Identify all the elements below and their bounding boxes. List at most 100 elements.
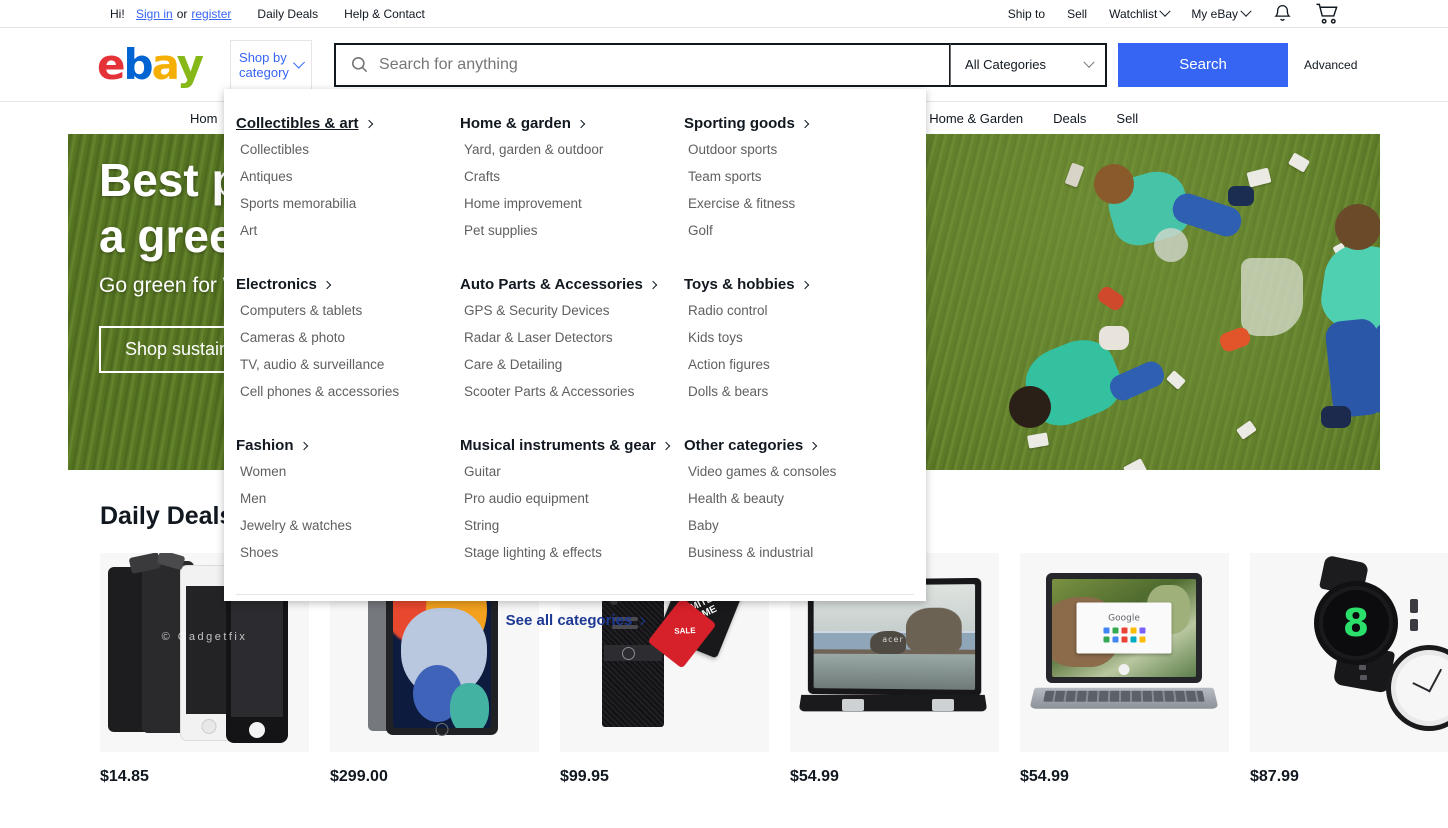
- search-button[interactable]: Search: [1118, 42, 1289, 87]
- dropdown-item-guitar[interactable]: Guitar: [460, 458, 684, 485]
- dropdown-item-tv-audio-surveillance[interactable]: TV, audio & surveillance: [236, 351, 460, 378]
- dropdown-item-dolls-bears[interactable]: Dolls & bears: [684, 378, 908, 405]
- dropdown-item-scooter-parts-accessories[interactable]: Scooter Parts & Accessories: [460, 378, 684, 405]
- dropdown-item-kids-toys[interactable]: Kids toys: [684, 324, 908, 351]
- deal-price-1: $299.00: [330, 768, 388, 785]
- logo-letter-b: b: [123, 39, 154, 89]
- heading-label: Toys & hobbies: [684, 276, 795, 293]
- dropdown-item-baby[interactable]: Baby: [684, 512, 908, 539]
- dropdown-item-stage-lighting-effects[interactable]: Stage lighting & effects: [460, 539, 684, 566]
- heading-label: Other categories: [684, 437, 804, 454]
- cart-icon[interactable]: [1315, 2, 1340, 26]
- deal-card-5[interactable]: 8 $87.99: [1250, 553, 1448, 786]
- search-input-container[interactable]: [334, 42, 951, 87]
- dropdown-heading-fashion[interactable]: Fashion: [236, 437, 308, 454]
- watchlist-menu[interactable]: Watchlist: [1109, 5, 1171, 21]
- dropdown-item-computers-tablets[interactable]: Computers & tablets: [236, 297, 460, 324]
- dropdown-group-sporting-goods: Sporting goods Outdoor sports Team sport…: [684, 103, 908, 264]
- dropdown-item-action-figures[interactable]: Action figures: [684, 351, 908, 378]
- chevron-right-icon: [364, 119, 373, 129]
- dropdown-item-exercise-fitness[interactable]: Exercise & fitness: [684, 190, 908, 217]
- see-all-label: See all categories: [505, 612, 633, 629]
- dropdown-item-health-beauty[interactable]: Health & beauty: [684, 485, 908, 512]
- dropdown-item-cameras-photo[interactable]: Cameras & photo: [236, 324, 460, 351]
- help-contact-link[interactable]: Help & Contact: [344, 7, 425, 21]
- sign-in-link[interactable]: Sign in: [136, 7, 173, 21]
- category-dropdown-value: All Categories: [965, 57, 1046, 72]
- bell-icon[interactable]: [1272, 3, 1293, 24]
- daily-deals-link[interactable]: Daily Deals: [257, 7, 318, 21]
- dropdown-item-radio-control[interactable]: Radio control: [684, 297, 908, 324]
- chevron-right-icon: [800, 119, 810, 129]
- greeting-text: Hi!: [110, 6, 125, 21]
- dropdown-item-team-sports[interactable]: Team sports: [684, 163, 908, 190]
- dropdown-group-musical-instruments-gear: Musical instruments & gear Guitar Pro au…: [460, 425, 684, 586]
- dropdown-item-antiques[interactable]: Antiques: [236, 163, 460, 190]
- dropdown-heading-electronics[interactable]: Electronics: [236, 276, 332, 293]
- sell-link[interactable]: Sell: [1067, 7, 1087, 21]
- ship-to-button[interactable]: Ship to: [1008, 7, 1045, 21]
- ebay-logo[interactable]: ebay: [97, 43, 204, 86]
- nav-item-0[interactable]: Hom: [190, 111, 217, 126]
- top-utility-bar: Hi! Sign in or register Daily Deals Help…: [0, 0, 1448, 28]
- dropdown-heading-collectibles-art[interactable]: Collectibles & art: [236, 115, 373, 132]
- dropdown-heading-musical-instruments-gear[interactable]: Musical instruments & gear: [460, 437, 671, 454]
- dropdown-column-2: Sporting goods Outdoor sports Team sport…: [684, 103, 908, 586]
- nav-item-4[interactable]: Sell: [1116, 111, 1138, 126]
- shop-by-category-button[interactable]: Shop by category: [230, 40, 313, 89]
- dropdown-group-fashion: Fashion Women Men Jewelry & watches Shoe…: [236, 425, 460, 586]
- dropdown-item-outdoor-sports[interactable]: Outdoor sports: [684, 136, 908, 163]
- search-input[interactable]: [379, 55, 936, 74]
- search-icon: [352, 56, 368, 73]
- dropdown-heading-toys-hobbies[interactable]: Toys & hobbies: [684, 276, 809, 293]
- dropdown-item-crafts[interactable]: Crafts: [460, 163, 684, 190]
- deal-card-4[interactable]: Google $54.99: [1020, 553, 1229, 786]
- dropdown-heading-other-categories[interactable]: Other categories: [684, 437, 818, 454]
- dropdown-item-golf[interactable]: Golf: [684, 217, 908, 244]
- dropdown-item-business-industrial[interactable]: Business & industrial: [684, 539, 908, 566]
- shop-by-category-label: Shop by category: [239, 50, 289, 80]
- shop-by-category-dropdown: Collectibles & art Collectibles Antiques…: [224, 89, 926, 629]
- dropdown-item-sports-memorabilia[interactable]: Sports memorabilia: [236, 190, 460, 217]
- deal-price-0: $14.85: [100, 768, 149, 785]
- heading-label: Auto Parts & Accessories: [460, 276, 643, 293]
- dropdown-item-shoes[interactable]: Shoes: [236, 539, 460, 566]
- dropdown-item-men[interactable]: Men: [236, 485, 460, 512]
- my-ebay-menu[interactable]: My eBay: [1191, 5, 1252, 21]
- deal-price-5: $87.99: [1250, 768, 1299, 785]
- dropdown-group-home-garden: Home & garden Yard, garden & outdoor Cra…: [460, 103, 684, 264]
- dropdown-item-home-improvement[interactable]: Home improvement: [460, 190, 684, 217]
- dropdown-item-gps-security-devices[interactable]: GPS & Security Devices: [460, 297, 684, 324]
- chevron-down-icon: [292, 56, 306, 69]
- dropdown-heading-sporting-goods[interactable]: Sporting goods: [684, 115, 810, 132]
- dropdown-column-1: Home & garden Yard, garden & outdoor Cra…: [460, 103, 684, 586]
- dropdown-item-pet-supplies[interactable]: Pet supplies: [460, 217, 684, 244]
- dropdown-item-video-games-consoles[interactable]: Video games & consoles: [684, 458, 908, 485]
- dropdown-item-care-detailing[interactable]: Care & Detailing: [460, 351, 684, 378]
- dropdown-item-yard-garden-outdoor[interactable]: Yard, garden & outdoor: [460, 136, 684, 163]
- dropdown-heading-home-garden[interactable]: Home & garden: [460, 115, 586, 132]
- dropdown-item-string[interactable]: String: [460, 512, 684, 539]
- deal-image-5[interactable]: 8: [1250, 553, 1448, 752]
- advanced-search-link[interactable]: Advanced: [1304, 58, 1357, 72]
- dropdown-item-pro-audio-equipment[interactable]: Pro audio equipment: [460, 485, 684, 512]
- dropdown-item-collectibles[interactable]: Collectibles: [236, 136, 460, 163]
- logo-letter-y: y: [176, 39, 204, 89]
- chevron-right-icon: [299, 441, 308, 451]
- person-2: [1241, 194, 1380, 444]
- person-3: [1003, 324, 1173, 464]
- nav-item-3[interactable]: Deals: [1053, 111, 1086, 126]
- dropdown-item-radar-laser-detectors[interactable]: Radar & Laser Detectors: [460, 324, 684, 351]
- deal-image-4[interactable]: Google: [1020, 553, 1229, 752]
- dropdown-item-cell-phones-accessories[interactable]: Cell phones & accessories: [236, 378, 460, 405]
- dropdown-heading-auto-parts-accessories[interactable]: Auto Parts & Accessories: [460, 276, 658, 293]
- see-all-categories-link[interactable]: See all categories: [505, 612, 646, 629]
- category-dropdown[interactable]: All Categories: [950, 42, 1108, 87]
- nav-item-2[interactable]: Home & Garden: [929, 111, 1023, 126]
- dropdown-item-art[interactable]: Art: [236, 217, 460, 244]
- register-link[interactable]: register: [191, 7, 231, 21]
- dropdown-item-women[interactable]: Women: [236, 458, 460, 485]
- dropdown-group-other-categories: Other categories Video games & consoles …: [684, 425, 908, 586]
- logo-letter-a: a: [151, 39, 179, 89]
- dropdown-item-jewelry-watches[interactable]: Jewelry & watches: [236, 512, 460, 539]
